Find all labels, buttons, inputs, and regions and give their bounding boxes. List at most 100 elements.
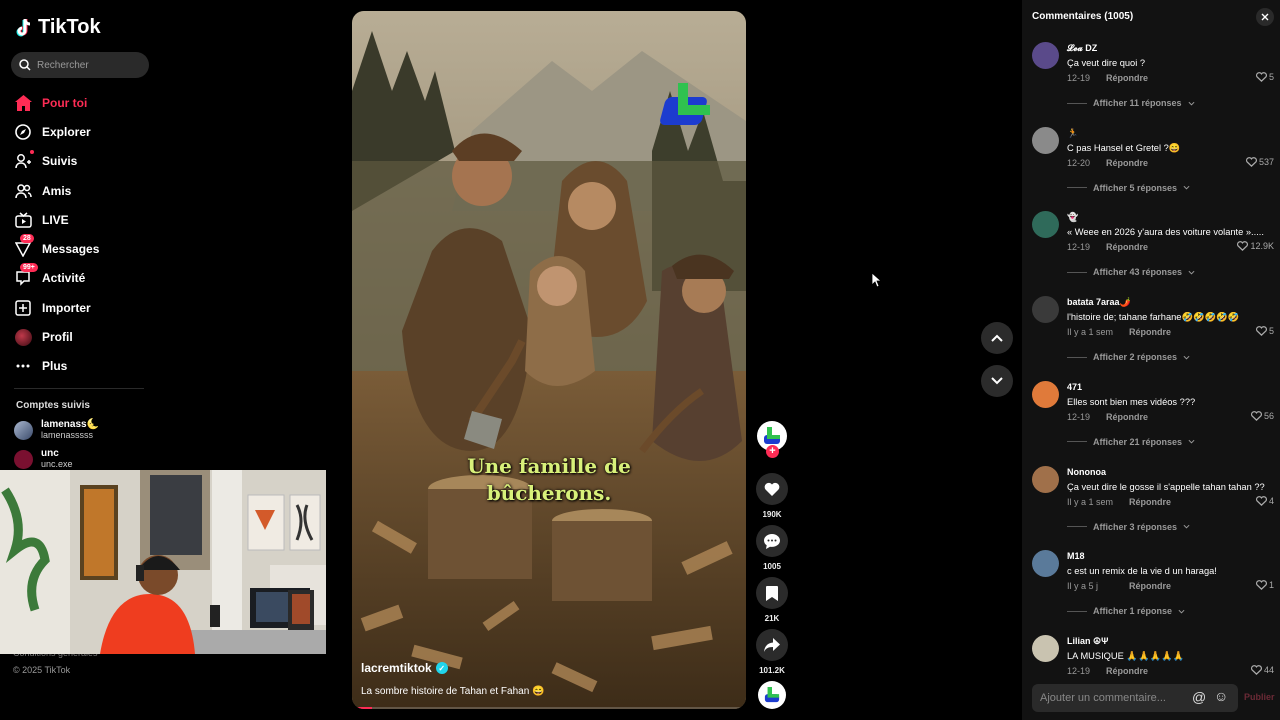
mention-icon[interactable]: @	[1192, 689, 1206, 705]
creator-avatar-button[interactable]: +	[756, 421, 788, 458]
like-count: 190K	[762, 510, 782, 519]
publish-button[interactable]: Publier	[1244, 692, 1275, 702]
show-replies-button[interactable]: Afficher 5 réponses	[1067, 183, 1190, 193]
video-author[interactable]: lacremtiktok ✓	[361, 661, 448, 675]
reply-button[interactable]: Répondre	[1106, 412, 1148, 422]
comment-username[interactable]: M18	[1067, 551, 1085, 561]
comment-username[interactable]: Nononoa	[1067, 467, 1106, 477]
share-count: 101.2K	[759, 666, 785, 675]
nav-item-suivis[interactable]: Suivis	[14, 147, 154, 176]
avatar[interactable]	[1032, 296, 1059, 324]
show-replies-label: Afficher 2 réponses	[1093, 352, 1178, 363]
author-name[interactable]: lacremtiktok	[361, 661, 432, 675]
comment-count: 1005	[763, 562, 781, 571]
show-replies-button[interactable]: Afficher 3 réponses	[1067, 522, 1190, 532]
reply-button[interactable]: Répondre	[1129, 497, 1171, 507]
comment-like-button[interactable]: 44	[1250, 664, 1274, 675]
show-replies-button[interactable]: Afficher 21 réponses	[1067, 437, 1195, 447]
comment-username[interactable]: batata 7araa🌶️	[1067, 297, 1131, 308]
reply-button[interactable]: Répondre	[1106, 73, 1148, 83]
avatar[interactable]	[1032, 465, 1059, 493]
search-input[interactable]	[37, 59, 137, 71]
avatar[interactable]	[1032, 634, 1059, 662]
comment-username[interactable]: 𝓛𝓮𝓪 DZ	[1067, 43, 1097, 54]
comment-like-button[interactable]: 12.9K	[1237, 241, 1274, 251]
next-video-button[interactable]	[981, 365, 1013, 397]
nav-item-amis[interactable]: Amis	[14, 176, 154, 205]
avatar[interactable]	[1032, 211, 1059, 239]
show-replies-button[interactable]: Afficher 2 réponses	[1067, 352, 1190, 362]
comment-username[interactable]: 471	[1067, 382, 1082, 392]
show-replies-label: Afficher 5 réponses	[1093, 182, 1178, 193]
nav-item-live[interactable]: LIVE	[14, 205, 154, 234]
avatar[interactable]	[1032, 550, 1059, 578]
show-replies-button[interactable]: Afficher 1 réponse	[1067, 606, 1185, 616]
nav-item-pour-toi[interactable]: Pour toi	[14, 88, 154, 117]
emoji-icon[interactable]: ☺	[1214, 688, 1228, 704]
video-caption-line: bûcherons.	[486, 481, 612, 505]
comment-like-button[interactable]: 537	[1245, 157, 1274, 167]
comment-date: Il y a 5 j	[1067, 581, 1099, 592]
video-player[interactable]: Une famille de bûcherons. lacremtiktok ✓…	[352, 11, 746, 709]
previous-video-button[interactable]	[981, 322, 1013, 354]
reply-button[interactable]: Répondre	[1106, 242, 1148, 252]
comment-like-count: 56	[1263, 410, 1274, 421]
following-account[interactable]: unc unc.exe	[14, 448, 73, 470]
nav-item-explorer[interactable]: Explorer	[14, 117, 154, 146]
search-bar[interactable]	[11, 52, 149, 78]
comment-item: 471 Elles sont bien mes vidéos ??? 12-19 Ré…	[1032, 373, 1280, 457]
avatar[interactable]	[1032, 42, 1059, 69]
following-account[interactable]: lamenass🌜 lamenasssss	[14, 419, 99, 441]
avatar[interactable]	[1032, 380, 1059, 408]
save-button[interactable]: 21K	[756, 577, 788, 623]
chevron-down-icon	[1183, 355, 1190, 360]
nav-item-activite[interactable]: 99+ Activité	[14, 263, 154, 293]
show-replies-button[interactable]: Afficher 43 réponses	[1067, 267, 1195, 277]
comment-like-button[interactable]: 5	[1255, 72, 1274, 82]
chevron-down-icon	[1183, 186, 1190, 190]
close-comments-button[interactable]	[1256, 8, 1274, 26]
share-button[interactable]: 101.2K	[756, 629, 788, 675]
like-button[interactable]: 190K	[756, 473, 788, 519]
heart-outline-icon	[1250, 664, 1262, 675]
show-replies-label: Afficher 1 réponse	[1093, 606, 1173, 617]
music-disc-button[interactable]	[756, 681, 788, 709]
avatar[interactable]	[1032, 126, 1059, 154]
comment-button[interactable]: 1005	[756, 525, 788, 571]
comment-input[interactable]	[1040, 692, 1180, 704]
comment-like-button[interactable]: 1	[1255, 580, 1274, 590]
nav-item-profil[interactable]: Profil	[14, 322, 154, 351]
sidebar-divider	[14, 388, 144, 389]
show-replies-button[interactable]: Afficher 11 réponses	[1067, 98, 1195, 108]
reply-button[interactable]: Répondre	[1106, 666, 1148, 676]
follow-plus-icon[interactable]: +	[766, 445, 779, 458]
comment-username[interactable]: 👻	[1067, 212, 1078, 223]
comment-username[interactable]: 🏃	[1067, 128, 1078, 139]
heart-outline-icon	[1255, 72, 1267, 82]
avatar	[758, 681, 786, 709]
chevron-down-icon	[991, 377, 1003, 385]
nav-item-messages[interactable]: 28 Messages	[14, 234, 154, 263]
messages-badge: 28	[20, 234, 34, 244]
video-progress-bar[interactable]	[352, 707, 746, 709]
comment-like-button[interactable]: 56	[1250, 410, 1274, 421]
nav-label: Amis	[42, 183, 72, 198]
chevron-down-icon	[1183, 524, 1190, 529]
nav-item-importer[interactable]: Importer	[14, 293, 154, 322]
account-handle: lamenasssss	[41, 430, 94, 440]
comment-input-box[interactable]: @ ☺	[1032, 684, 1238, 712]
tiktok-logo[interactable]: TikTok	[16, 16, 101, 39]
compass-icon	[14, 123, 32, 141]
chevron-down-icon	[1188, 270, 1195, 275]
comment-like-button[interactable]: 4	[1255, 496, 1274, 506]
comment-text: Elles sont bien mes vidéos ???	[1067, 396, 1196, 407]
reply-button[interactable]: Répondre	[1106, 158, 1148, 168]
comment-text: C pas Hansel et Gretel ?😄	[1067, 142, 1181, 153]
comment-username[interactable]: Lilian ☮Ψ	[1067, 636, 1108, 647]
comment-like-button[interactable]: 5	[1255, 326, 1274, 336]
reply-button[interactable]: Répondre	[1129, 327, 1171, 337]
nav-item-plus[interactable]: Plus	[14, 352, 154, 381]
music-disc-icon	[764, 687, 780, 703]
reply-button[interactable]: Répondre	[1129, 581, 1171, 591]
comments-list[interactable]: 𝓛𝓮𝓪 DZ Ça veut dire quoi ? 12-19 Répondre 5 A…	[1022, 34, 1280, 678]
